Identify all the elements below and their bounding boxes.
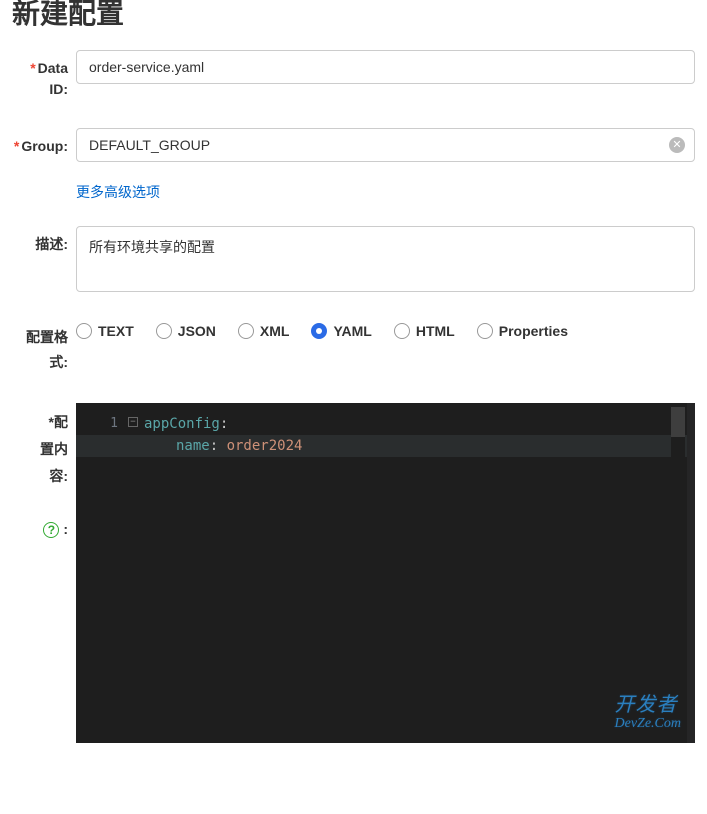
- fold-icon[interactable]: −: [128, 417, 138, 427]
- row-description: 描述: 所有环境共享的配置: [12, 226, 695, 297]
- radio-html[interactable]: HTML: [394, 323, 455, 339]
- page-title: 新建配置: [0, 0, 707, 40]
- advanced-options-link[interactable]: 更多高级选项: [76, 184, 160, 200]
- row-group: *Group: ✕: [12, 128, 695, 162]
- editor-scrollbar[interactable]: [671, 403, 685, 743]
- label-format: 配置格式:: [12, 317, 68, 375]
- row-data-id: *Data ID:: [12, 50, 695, 100]
- code-editor[interactable]: 1 2 − appConfig: name: order2024 开发者 Dev…: [76, 403, 695, 743]
- radio-yaml[interactable]: YAML: [311, 323, 371, 339]
- radio-xml[interactable]: XML: [238, 323, 290, 339]
- label-data-id: *Data ID:: [12, 50, 68, 100]
- radio-json[interactable]: JSON: [156, 323, 216, 339]
- radio-properties[interactable]: Properties: [477, 323, 568, 339]
- clear-icon[interactable]: ✕: [669, 137, 685, 153]
- label-group: *Group:: [12, 128, 68, 157]
- label-content: *配 置内 容: ? :: [12, 403, 68, 542]
- description-input[interactable]: 所有环境共享的配置: [76, 226, 695, 292]
- row-format: 配置格式: TEXT JSON XML YAML HTML: [12, 317, 695, 375]
- label-description: 描述:: [12, 226, 68, 255]
- help-icon[interactable]: ?: [43, 522, 59, 538]
- radio-text[interactable]: TEXT: [76, 323, 134, 339]
- format-radio-group: TEXT JSON XML YAML HTML Properties: [76, 317, 695, 339]
- code-line-2: name: order2024: [76, 435, 695, 457]
- code-line-1: appConfig:: [144, 413, 695, 435]
- row-content: *配 置内 容: ? : 1 2 − appConfig: name: orde…: [12, 403, 695, 743]
- group-input[interactable]: [76, 128, 695, 162]
- editor-minimap: [687, 403, 695, 743]
- data-id-input[interactable]: [76, 50, 695, 84]
